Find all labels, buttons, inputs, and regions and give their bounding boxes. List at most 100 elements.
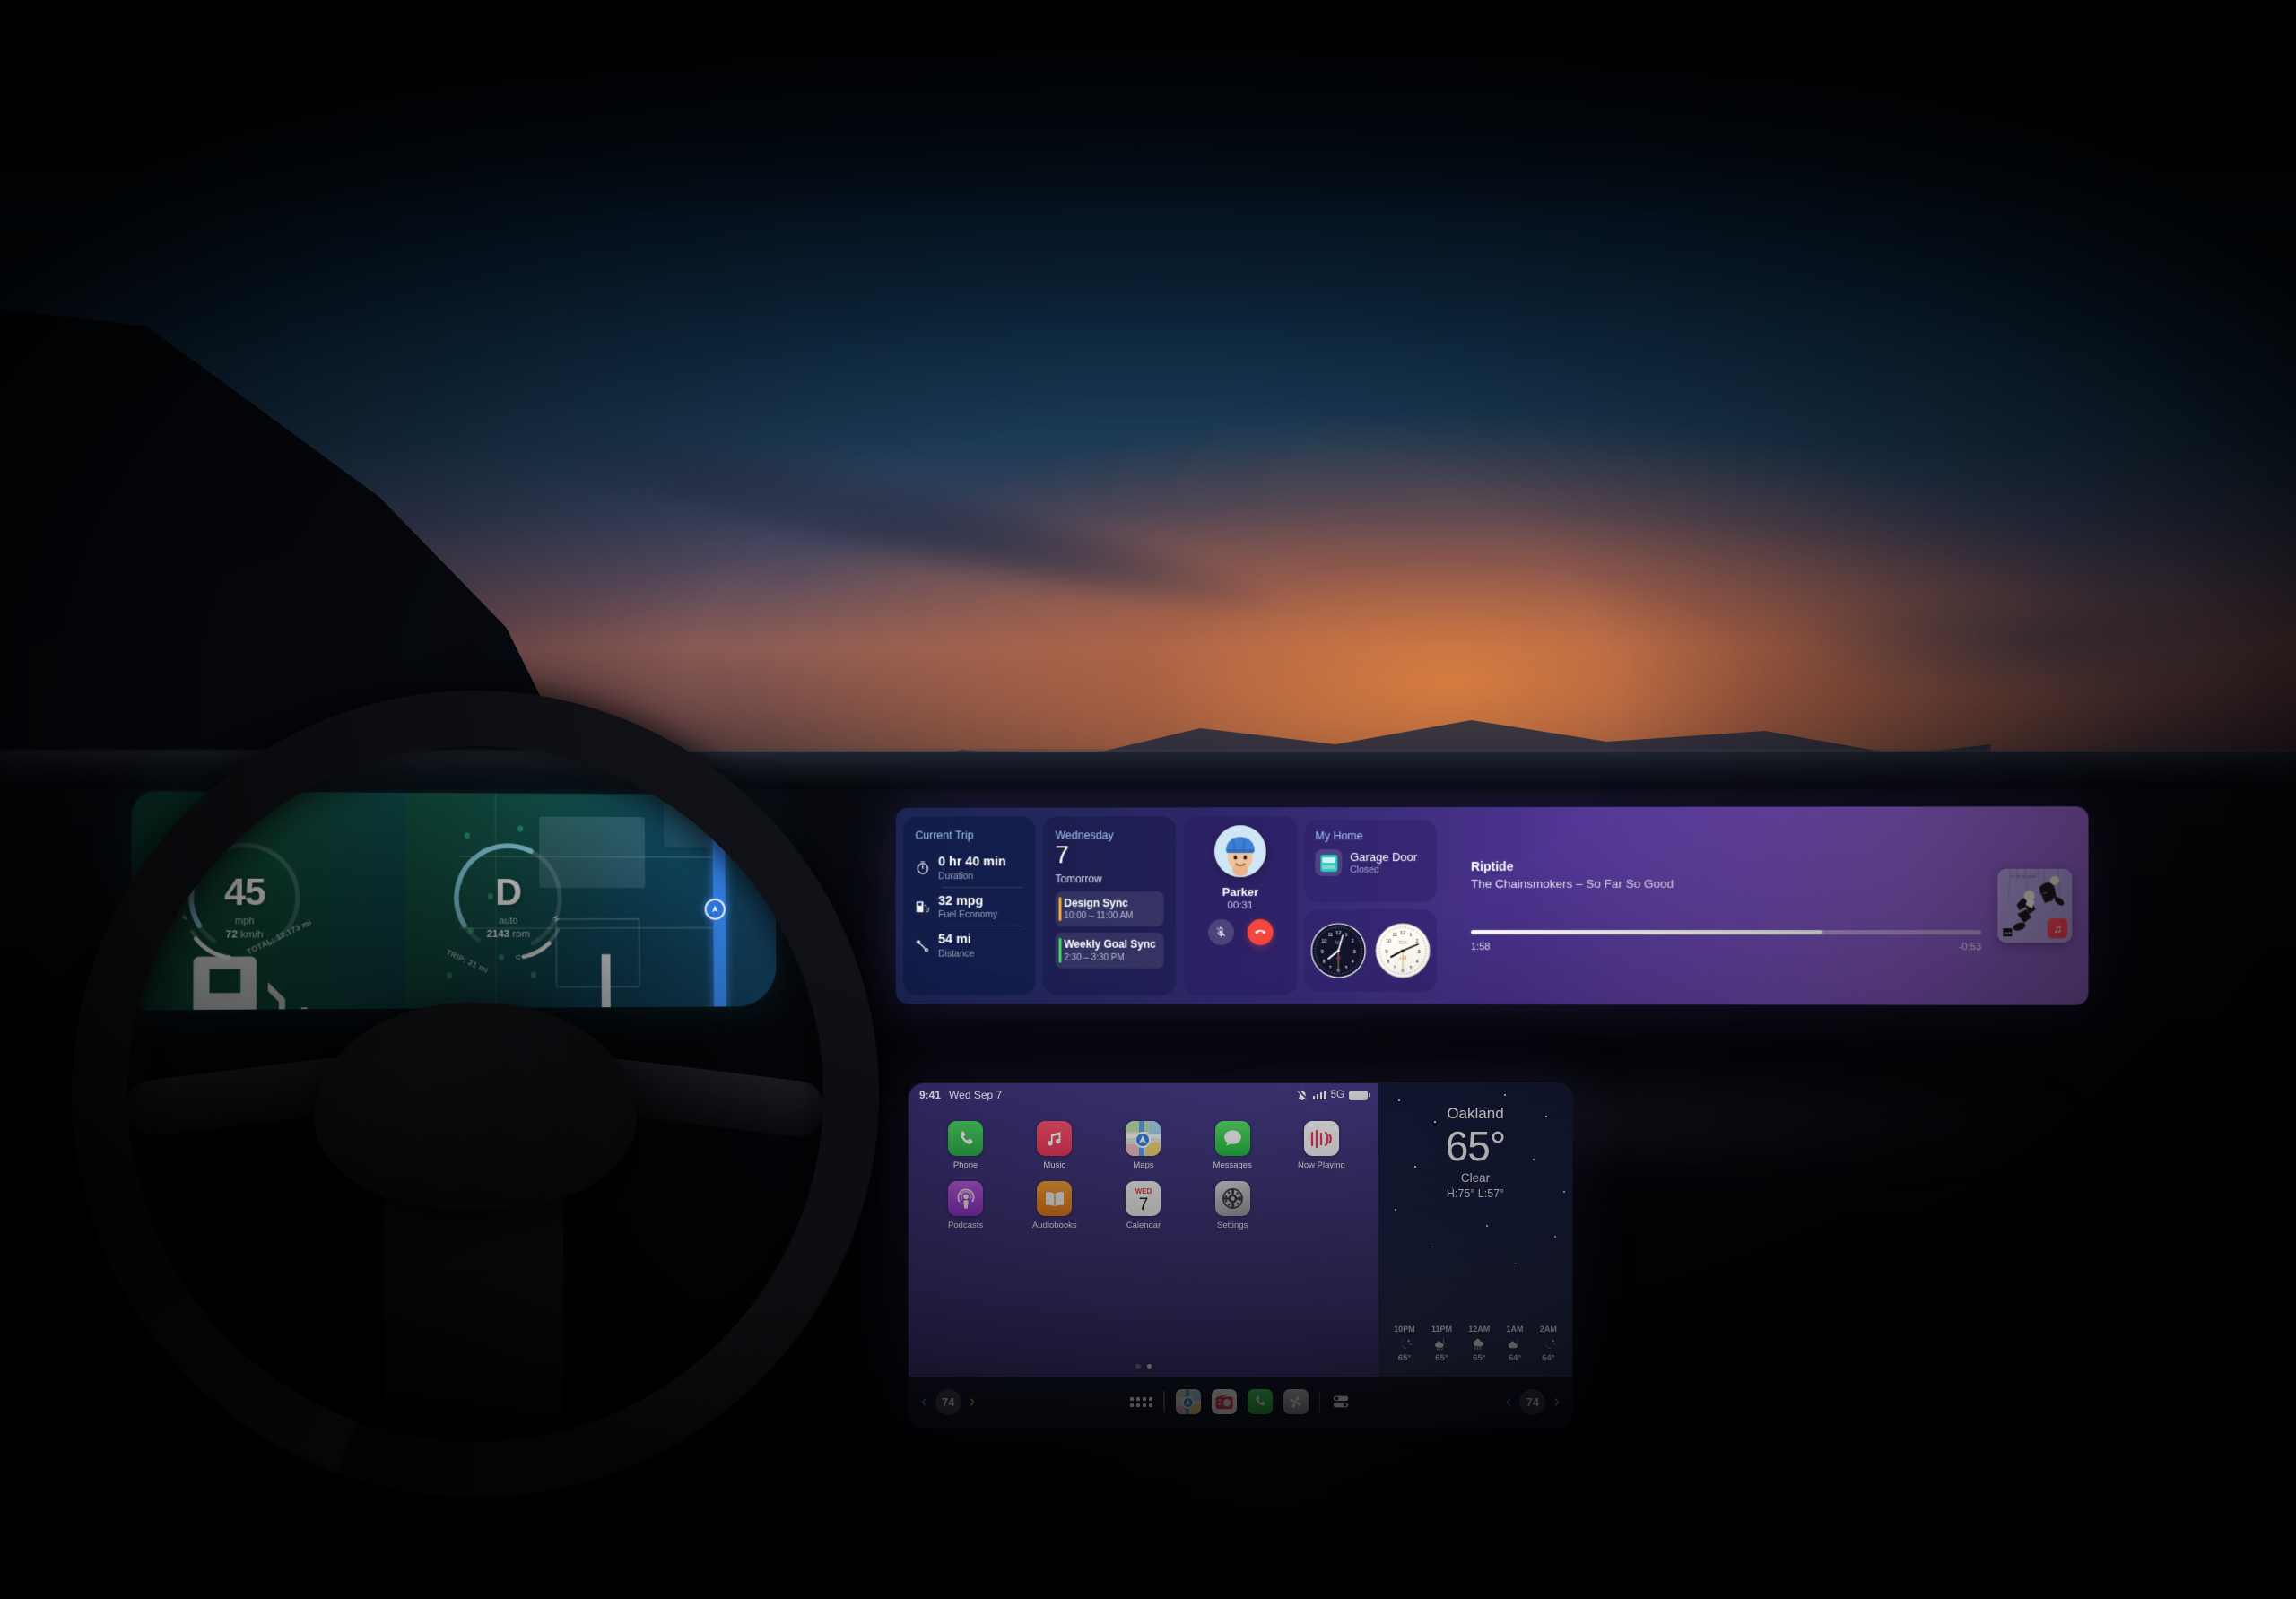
coolant-temp-icon: [572, 953, 640, 1011]
driver-temperature-control[interactable]: ‹ 74 ›: [921, 1388, 976, 1415]
caller-name: Parker: [1222, 885, 1258, 899]
dashboard-lip: [0, 750, 2296, 789]
svg-text:10: 10: [1322, 939, 1327, 944]
calendar-widget[interactable]: Wednesday 7 Tomorrow Design Sync 10:00 –…: [1042, 816, 1177, 995]
carplay-main-area: 9:41 Wed Sep 7 5G Phone Music Maps Messa…: [909, 1083, 1572, 1377]
svg-text:10: 10: [1386, 939, 1391, 944]
playback-progress: [1471, 930, 1822, 934]
rpm-readout: 2143 rpm: [486, 928, 530, 940]
weather-city: Oakland: [1447, 1105, 1504, 1122]
track-artist: The Chainsmokers – So Far So Good: [1471, 877, 1674, 891]
album-artwork[interactable]: LIVE so far so good ♫: [1997, 868, 2073, 943]
svg-text:2: 2: [1416, 939, 1419, 944]
chevron-left-icon[interactable]: ‹: [921, 1393, 927, 1411]
app-phone[interactable]: Phone: [921, 1121, 1010, 1170]
page-dot-active[interactable]: [1146, 1363, 1152, 1369]
weather-condition: Clear: [1460, 1171, 1491, 1186]
app-label: Podcasts: [948, 1221, 984, 1230]
divider: [1163, 1391, 1165, 1412]
dock-phone-icon[interactable]: [1247, 1389, 1273, 1414]
passenger-temp-value[interactable]: 74: [1519, 1388, 1546, 1415]
svg-text:11: 11: [1328, 933, 1333, 938]
svg-text:LIVE: LIVE: [2004, 931, 2012, 935]
speed-unit: mph: [234, 915, 255, 926]
active-call-widget[interactable]: Parker 00:31: [1183, 816, 1298, 995]
home-widget[interactable]: My Home Garage Door Closed: [1304, 820, 1438, 903]
svg-text:4: 4: [1352, 960, 1354, 965]
svg-text:8: 8: [1323, 960, 1326, 965]
trip-row-distance: 54 mi Distance: [915, 926, 1023, 964]
svg-text:12: 12: [1400, 931, 1406, 936]
hour-time: 10PM: [1394, 1325, 1415, 1334]
app-now-playing[interactable]: Now Playing: [1277, 1121, 1366, 1170]
chevron-right-icon[interactable]: ›: [1553, 1393, 1560, 1411]
app-audiobooks[interactable]: Audiobooks: [1010, 1181, 1099, 1230]
music-icon: [1037, 1121, 1073, 1156]
now-playing-icon: [1303, 1121, 1339, 1156]
audiobooks-icon: [1037, 1181, 1073, 1216]
messages-icon: [1214, 1121, 1250, 1156]
app-calendar[interactable]: WED 7 Calendar: [1099, 1181, 1187, 1230]
svg-text:8: 8: [1387, 960, 1390, 965]
weather-panel[interactable]: Oakland 65° Clear H:75° L:57° 10PM 65° 1…: [1378, 1083, 1572, 1377]
svg-text:7: 7: [1329, 966, 1332, 971]
cloud-streak-right: [1776, 574, 2296, 708]
podcasts-icon: [948, 1181, 984, 1216]
app-grid-icon[interactable]: [1130, 1396, 1153, 1407]
memoji-cyclist-avatar: [1214, 825, 1266, 878]
dock-maps-icon[interactable]: [1175, 1389, 1201, 1414]
hour-temp: 65°: [1435, 1353, 1448, 1363]
moon-stars-icon: [1401, 1338, 1413, 1349]
page-dot[interactable]: [1135, 1363, 1141, 1369]
hour-temp: 64°: [1508, 1353, 1522, 1363]
page-indicator[interactable]: [909, 1360, 1378, 1377]
world-clock-widget[interactable]: 12 3 6 9 1 2 4 5 7 8 10 11 NY +3: [1304, 908, 1438, 992]
app-messages[interactable]: Messages: [1188, 1121, 1277, 1170]
speed-gauge: 45 mph 72 km/h F E TOTAL: 12,173 mi: [176, 830, 314, 1011]
svg-text:4: 4: [1416, 960, 1419, 965]
trip-fuel-label: Fuel Economy: [938, 909, 998, 921]
route-icon: [915, 938, 930, 953]
svg-text:so far so good: so far so good: [2010, 874, 2036, 879]
app-settings[interactable]: Settings: [1188, 1181, 1277, 1230]
app-podcasts[interactable]: Podcasts: [921, 1181, 1010, 1230]
dock-radio-icon[interactable]: [1211, 1389, 1237, 1414]
phone-icon: [948, 1121, 984, 1156]
toggles-icon[interactable]: [1331, 1392, 1351, 1412]
call-controls: [1207, 918, 1274, 945]
hourly-item: 2AM 64°: [1540, 1325, 1557, 1363]
app-label: Maps: [1133, 1160, 1154, 1170]
passenger-temperature-control[interactable]: ‹ 74 ›: [1506, 1388, 1560, 1415]
driver-temp-value[interactable]: 74: [935, 1388, 961, 1415]
app-label: Settings: [1217, 1221, 1248, 1230]
now-playing-widget[interactable]: Riptide The Chainsmokers – So Far So Goo…: [1451, 815, 2088, 995]
home-title: My Home: [1315, 830, 1363, 843]
home-clocks-column: My Home Garage Door Closed 12 3 6 9 1 2 …: [1304, 820, 1444, 992]
calendar-weekday: Wednesday: [1055, 829, 1114, 842]
dashboard-widget-strip: Current Trip 0 hr 40 min Duration 32 mpg…: [895, 806, 2089, 1005]
speed-value: 45: [223, 870, 265, 913]
svg-text:7: 7: [1394, 966, 1396, 971]
app-music[interactable]: Music: [1010, 1121, 1099, 1170]
current-trip-widget[interactable]: Current Trip 0 hr 40 min Duration 32 mpg…: [902, 816, 1036, 995]
trip-distance-label: Distance: [938, 948, 975, 960]
dock-climate-fan-icon[interactable]: [1283, 1389, 1309, 1414]
app-label: Phone: [952, 1160, 978, 1170]
app-maps[interactable]: Maps: [1099, 1121, 1187, 1170]
calendar-event[interactable]: Weekly Goal Sync 2:30 – 3:30 PM: [1055, 933, 1164, 969]
calendar-icon: WED 7: [1126, 1181, 1161, 1216]
cloud-moon-drizzle-icon: [1434, 1337, 1448, 1351]
playback-scrubber[interactable]: [1471, 930, 1982, 934]
app-label: Calendar: [1126, 1221, 1161, 1230]
current-trip-title: Current Trip: [915, 829, 974, 842]
track-title: Riptide: [1471, 859, 1514, 874]
status-date: Wed Sep 7: [949, 1089, 1003, 1101]
end-call-icon[interactable]: [1247, 918, 1274, 945]
home-accessory-row[interactable]: Garage Door Closed: [1315, 849, 1426, 877]
calendar-event[interactable]: Design Sync 10:00 – 11:00 AM: [1055, 891, 1164, 927]
chevron-left-icon[interactable]: ‹: [1506, 1393, 1512, 1411]
microphone-muted-icon[interactable]: [1207, 918, 1234, 945]
trip-distance-value: 54 mi: [938, 933, 971, 948]
hour-temp: 65°: [1397, 1353, 1412, 1363]
chevron-right-icon[interactable]: ›: [970, 1393, 976, 1411]
